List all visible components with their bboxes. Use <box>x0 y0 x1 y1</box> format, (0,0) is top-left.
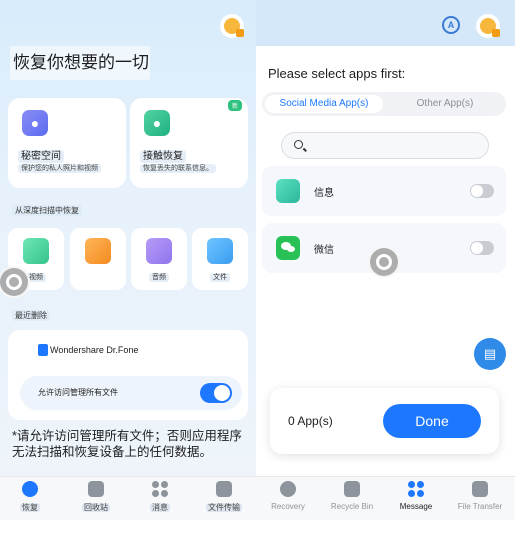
wechat-app-icon <box>276 236 300 260</box>
nav-label: 恢复 <box>20 503 40 512</box>
book-icon: ▤ <box>483 346 497 361</box>
lock-icon: ● <box>22 110 48 136</box>
card-subtitle: 保护您的私人照片和视频 <box>18 163 126 173</box>
selection-summary-bar: 0 App(s) Done <box>270 388 499 454</box>
right-header: A <box>256 0 515 46</box>
message-icon <box>152 481 168 497</box>
nav-message[interactable]: Message <box>386 481 446 511</box>
card-subtitle: 恢复丢失的联系信息。 <box>140 163 248 173</box>
allow-access-label: 允许访问管理所有文件 <box>38 388 118 397</box>
search-icon <box>294 140 303 149</box>
nav-label: Recovery <box>271 502 305 511</box>
tab-other-apps[interactable]: Other App(s) <box>386 95 504 113</box>
search-input[interactable] <box>281 132 489 159</box>
app-toggle[interactable] <box>470 184 494 198</box>
nav-label: 回收站 <box>82 503 110 512</box>
app-toggle[interactable] <box>470 241 494 255</box>
dr-fone-logo-icon <box>38 344 48 356</box>
deep-item-label: 音频 <box>131 272 187 282</box>
user-avatar-icon <box>480 18 500 37</box>
page-title: Please select apps first: <box>268 66 406 81</box>
brand-name: Wondershare Dr.Fone <box>50 345 139 355</box>
accessibility-icon[interactable]: A <box>442 16 460 34</box>
app-name: 信息 <box>314 188 334 199</box>
nav-message-left[interactable]: 消息 <box>130 481 190 513</box>
user-avatar-icon <box>224 18 244 37</box>
nav-recycle-bin[interactable]: Recycle Bin <box>322 481 382 511</box>
deep-item-label: 文件 <box>192 272 248 282</box>
deep-scan-label: 从深度扫描中恢复 <box>12 205 82 216</box>
file-transfer-icon <box>472 481 488 497</box>
nav-label: Message <box>399 502 433 511</box>
nav-file-transfer[interactable]: File Transfer <box>450 481 510 511</box>
bottom-navigation: 恢复 回收站 消息 文件传输 Recovery Recycle Bin Mess… <box>0 476 515 520</box>
deep-item-document[interactable]: 文件 <box>192 228 248 290</box>
deep-item-video[interactable] <box>70 228 126 290</box>
recently-deleted-card: Wondershare Dr.Fone 允许访问管理所有文件 <box>8 330 248 420</box>
app-name: 微信 <box>314 245 334 256</box>
allow-access-toggle[interactable] <box>200 383 232 403</box>
nav-recovery[interactable]: Recovery <box>258 481 318 511</box>
nav-recovery-left[interactable]: 恢复 <box>0 481 60 513</box>
messages-app-icon <box>276 179 300 203</box>
hero-title: 恢复你想要的一切 <box>10 46 150 80</box>
gear-icon <box>376 254 392 270</box>
recently-deleted-label: 最近删除 <box>12 310 50 321</box>
bottom-strip <box>0 520 515 534</box>
floating-gear-button[interactable] <box>368 246 400 278</box>
guide-book-button[interactable]: ▤ <box>474 338 506 370</box>
account-avatar[interactable] <box>476 14 500 38</box>
recovery-icon <box>22 481 38 497</box>
app-category-tabs: Social Media App(s) Other App(s) <box>262 92 506 116</box>
document-icon <box>207 238 233 264</box>
audio-icon <box>146 238 172 264</box>
done-button[interactable]: Done <box>383 404 481 438</box>
nav-label: File Transfer <box>457 502 503 511</box>
message-icon <box>408 481 424 497</box>
nav-recycle-bin-left[interactable]: 回收站 <box>66 481 126 513</box>
tab-social-media[interactable]: Social Media App(s) <box>265 95 383 113</box>
app-row-messages[interactable]: 信息 <box>262 166 506 216</box>
permission-notice: *请允许访问管理所有文件；否则应用程序无法扫描和恢复设备上的任何数据。 <box>12 429 242 459</box>
gear-icon <box>6 274 22 290</box>
new-badge: 新 <box>227 100 242 111</box>
recovery-icon <box>280 481 296 497</box>
selected-app-count: 0 App(s) <box>288 414 333 428</box>
brand-logo: Wondershare Dr.Fone <box>38 344 138 356</box>
secret-space-card[interactable]: ● 秘密空间 保护您的私人照片和视频 <box>8 98 126 188</box>
nav-file-transfer-left[interactable]: 文件传输 <box>194 481 254 513</box>
recycle-bin-icon <box>88 481 104 497</box>
recovery-home-panel: 恢复你想要的一切 ● 秘密空间 保护您的私人照片和视频 新 ● 接触恢复 恢复丢… <box>0 0 256 476</box>
nav-label: 消息 <box>150 503 170 512</box>
nav-label: 文件传输 <box>206 503 242 512</box>
deep-item-audio[interactable]: 音频 <box>131 228 187 290</box>
nav-label: Recycle Bin <box>330 502 374 511</box>
file-transfer-icon <box>216 481 232 497</box>
allow-access-row: 允许访问管理所有文件 <box>20 376 242 410</box>
photo-icon <box>23 238 49 264</box>
contact-icon: ● <box>144 110 170 136</box>
account-avatar[interactable] <box>220 14 244 38</box>
card-title: 接触恢复 <box>140 147 186 163</box>
video-icon <box>85 238 111 264</box>
contact-recovery-card[interactable]: 新 ● 接触恢复 恢复丢失的联系信息。 <box>130 98 248 188</box>
card-title: 秘密空间 <box>18 147 64 163</box>
recycle-bin-icon <box>344 481 360 497</box>
